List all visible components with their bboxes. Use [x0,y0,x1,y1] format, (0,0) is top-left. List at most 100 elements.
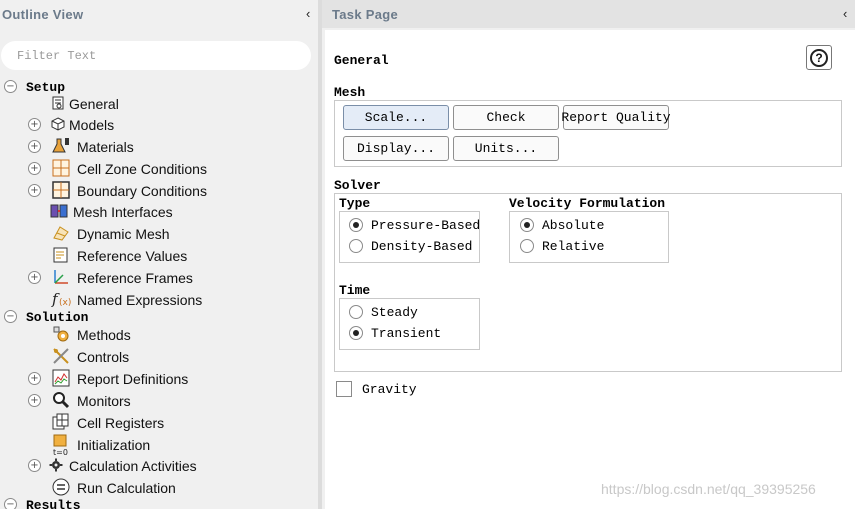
expand-reference-frames-icon[interactable]: + [28,271,41,284]
display-button[interactable]: Display... [343,136,449,161]
radio-button[interactable] [520,218,534,232]
tree-item-label: Reference Values [77,248,188,264]
gravity-checkbox[interactable] [336,381,352,397]
scale-button[interactable]: Scale... [343,105,449,130]
cell-zone-icon [52,159,70,177]
tree-item-label: Calculation Activities [69,458,197,474]
tree-item-label: Monitors [77,393,131,409]
collapse-outline-icon[interactable]: ‹ [306,6,310,21]
help-button[interactable]: ? [806,45,832,70]
check-button[interactable]: Check [453,105,559,130]
velocity-formulation-label: Velocity Formulation [509,196,666,211]
tree-category-results[interactable]: Results [26,495,81,509]
expand-cell-zone-conditions-icon[interactable]: + [28,162,41,175]
tree-item-run-calculation[interactable]: Run Calculation [77,478,176,498]
time-group-label: Time [339,283,371,298]
collapse-solution-icon[interactable]: − [4,310,17,323]
radio-label: Transient [371,325,442,341]
outline-view-header: Outline View ‹ [0,0,318,30]
tree-item-named-expressions[interactable]: Named Expressions [77,290,202,310]
named-expressions-icon: f (x) [51,290,73,308]
expand-models-icon[interactable]: + [28,118,41,131]
dynamic-mesh-icon [52,224,70,242]
collapse-setup-icon[interactable]: − [4,80,17,93]
watermark-text: https://blog.csdn.net/qq_39395256 [601,481,816,497]
initialization-icon: t=0 [52,434,70,456]
tree-item-monitors[interactable]: Monitors [77,391,131,411]
radio-button[interactable] [349,326,363,340]
radio-label: Relative [542,238,605,254]
radio-button[interactable] [349,218,363,232]
run-calculation-icon [52,478,70,496]
expand-monitors-icon[interactable]: + [28,394,41,407]
tree-category-solution[interactable]: Solution [26,307,88,327]
outline-view-panel: Outline View ‹ − Setup General + Models … [0,0,318,509]
tree-item-label: Models [69,117,115,133]
radio-label: Density-Based [371,238,473,254]
tree-category-label: Setup [26,79,66,95]
radio-button[interactable] [349,239,363,253]
expand-boundary-conditions-icon[interactable]: + [28,184,41,197]
tree-item-label: Methods [77,327,131,343]
tree-item-models[interactable]: Models [69,115,114,135]
units-button[interactable]: Units... [453,136,559,161]
tree-item-label: Cell Zone Conditions [77,161,207,177]
materials-icon [50,137,72,155]
task-page-title: Task Page [332,7,399,22]
tree-item-reference-frames[interactable]: Reference Frames [77,268,193,288]
tree-item-label: Materials [77,139,134,155]
tree-item-initialization[interactable]: Initialization [77,435,150,455]
radio-pressure-based[interactable]: Pressure-Based [349,215,480,235]
tree-item-label: Run Calculation [77,480,176,496]
outline-view-title: Outline View [2,7,84,22]
filter-text-input[interactable] [15,46,299,66]
reference-values-icon [52,246,70,264]
tree-item-general[interactable]: General [69,94,119,114]
gravity-label: Gravity [362,382,417,397]
tree-item-materials[interactable]: Materials [77,137,134,157]
svg-text:t=0: t=0 [53,448,68,456]
boundary-icon [52,181,70,199]
tree-item-dynamic-mesh[interactable]: Dynamic Mesh [77,224,170,244]
tree-item-mesh-interfaces[interactable]: Mesh Interfaces [73,202,173,222]
tree-category-label: Results [26,497,81,509]
reference-frames-icon [52,268,70,286]
radio-button[interactable] [520,239,534,253]
tree-item-methods[interactable]: Methods [77,325,131,345]
tree-item-cell-zone-conditions[interactable]: Cell Zone Conditions [77,159,207,179]
tree-item-cell-registers[interactable]: Cell Registers [77,413,164,433]
tree-item-label: General [69,96,119,112]
tree-item-calculation-activities[interactable]: Calculation Activities [69,456,197,476]
solver-group-label: Solver [334,178,381,193]
radio-label: Absolute [542,217,605,233]
filter-box[interactable] [1,41,311,70]
radio-label: Pressure-Based [371,217,481,233]
radio-button[interactable] [349,305,363,319]
tree-item-label: Boundary Conditions [77,183,207,199]
radio-absolute[interactable]: Absolute [520,215,604,235]
tree-item-label: Dynamic Mesh [77,226,170,242]
expand-materials-icon[interactable]: + [28,140,41,153]
radio-density-based[interactable]: Density-Based [349,236,472,256]
report-quality-button[interactable]: Report Quality [561,105,671,130]
tree-item-label: Reference Frames [77,270,193,286]
tree-item-label: Initialization [77,437,151,453]
tree-item-controls[interactable]: Controls [77,347,129,367]
report-definitions-icon [52,369,70,387]
expand-report-definitions-icon[interactable]: + [28,372,41,385]
models-icon [49,115,67,133]
type-group-label: Type [339,196,371,211]
radio-steady[interactable]: Steady [349,302,418,322]
calculation-activities-icon [49,456,63,474]
tree-item-reference-values[interactable]: Reference Values [77,246,187,266]
expand-calculation-activities-icon[interactable]: + [28,459,41,472]
radio-transient[interactable]: Transient [349,323,441,343]
tree-item-boundary-conditions[interactable]: Boundary Conditions [77,181,207,201]
tree-item-report-definitions[interactable]: Report Definitions [77,369,188,389]
radio-relative[interactable]: Relative [520,236,604,256]
collapse-task-page-icon[interactable]: ‹ [843,6,847,21]
task-page-panel: Task Page ‹ General ? Mesh Scale... Chec… [322,0,855,509]
collapse-results-icon[interactable]: − [4,498,17,509]
task-page-header: Task Page ‹ [322,0,855,28]
radio-label: Steady [371,304,418,320]
